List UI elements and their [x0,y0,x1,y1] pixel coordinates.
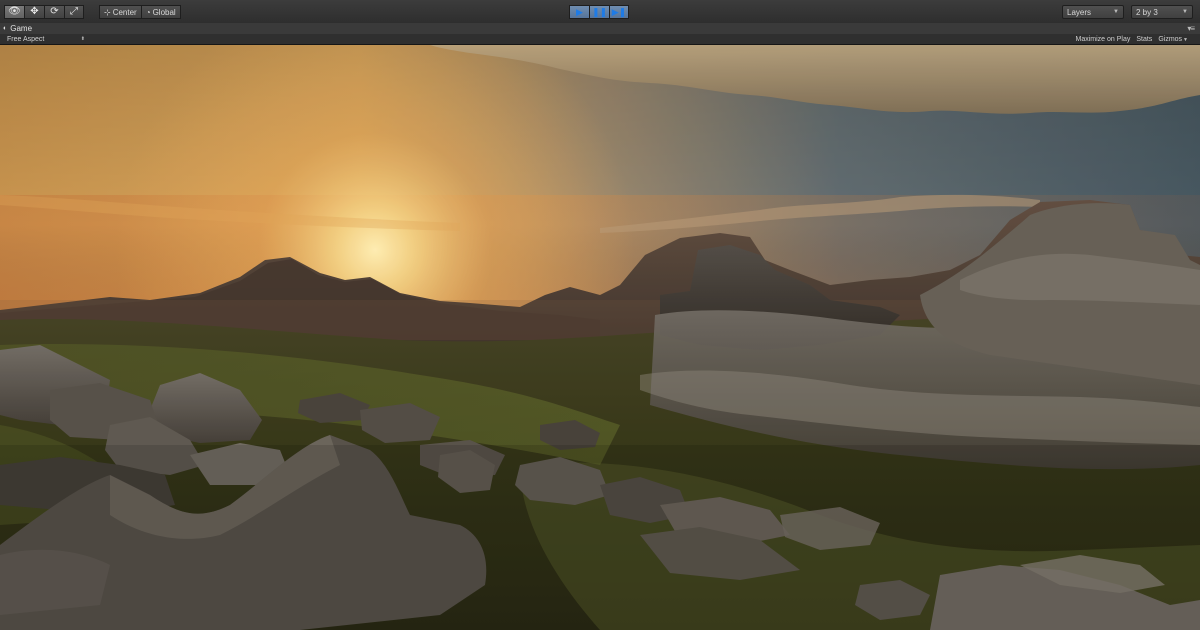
pivot-space-label: Global [152,7,176,17]
panel-menu-icon[interactable]: ▾≡ [1187,24,1195,33]
game-viewport[interactable] [0,45,1200,630]
pivot-mode-label: Center [112,7,137,17]
tab-game[interactable]: ◐ Game [3,23,32,34]
stats-toggle[interactable]: Stats [1136,36,1152,43]
pivot-space-button[interactable]: ◔ Global [141,5,181,19]
view-tool-button[interactable]: 👁 [4,5,24,19]
transform-tools: 👁 ✥ ⟳ ⤢ [4,5,84,19]
chevron-down-icon: ▼ [1113,9,1119,15]
playmode-controls: ▶ ❚❚ ▶❚ [569,5,629,19]
pause-button[interactable]: ❚❚ [589,5,609,19]
step-icon: ▶❚ [611,6,627,17]
scale-tool-icon: ⤢ [70,6,78,17]
game-view-options: Maximize on Play Stats Gizmos▼ [1076,34,1189,44]
chevron-down-icon: ▼ [1182,9,1188,15]
rotate-tool-button[interactable]: ⟳ [44,5,64,19]
move-tool-icon: ✥ [30,6,39,17]
chevron-down-icon: ▼ [1183,36,1188,43]
pivot-controls: ⊹ Center ◔ Global [99,5,181,19]
pivot-mode-button[interactable]: ⊹ Center [99,5,142,19]
move-tool-button[interactable]: ✥ [24,5,44,19]
maximize-on-play-toggle[interactable]: Maximize on Play [1076,36,1131,43]
view-tool-icon: 👁 [8,6,21,17]
tab-game-label: Game [10,24,33,33]
pivot-icon: ⊹ [104,7,111,17]
aspect-dropdown[interactable]: Free Aspect ⬍ [7,34,85,44]
game-view-toolbar: Free Aspect ⬍ Maximize on Play Stats Giz… [0,34,1200,45]
rotate-tool-icon: ⟳ [50,6,59,17]
main-toolbar: 👁 ✥ ⟳ ⤢ ⊹ Center ◔ Global ▶ ❚❚ ▶❚ Layers… [0,0,1200,24]
scale-tool-button[interactable]: ⤢ [64,5,84,19]
terrain-scene [0,45,1200,630]
gizmos-dropdown[interactable]: Gizmos▼ [1158,36,1188,43]
aspect-label: Free Aspect [7,35,45,43]
layout-dropdown[interactable]: 2 by 3 ▼ [1131,5,1193,19]
layers-label: Layers [1067,7,1092,17]
chevron-updown-icon: ⬍ [80,36,85,42]
game-controller-icon: ◐ [3,25,8,32]
pause-icon: ❚❚ [591,6,608,17]
global-icon: ◔ [145,7,151,17]
play-button[interactable]: ▶ [569,5,589,19]
step-button[interactable]: ▶❚ [609,5,629,19]
gizmos-label: Gizmos [1158,35,1183,43]
layers-dropdown[interactable]: Layers ▼ [1062,5,1124,19]
layout-label: 2 by 3 [1136,7,1158,17]
play-icon: ▶ [576,6,583,17]
